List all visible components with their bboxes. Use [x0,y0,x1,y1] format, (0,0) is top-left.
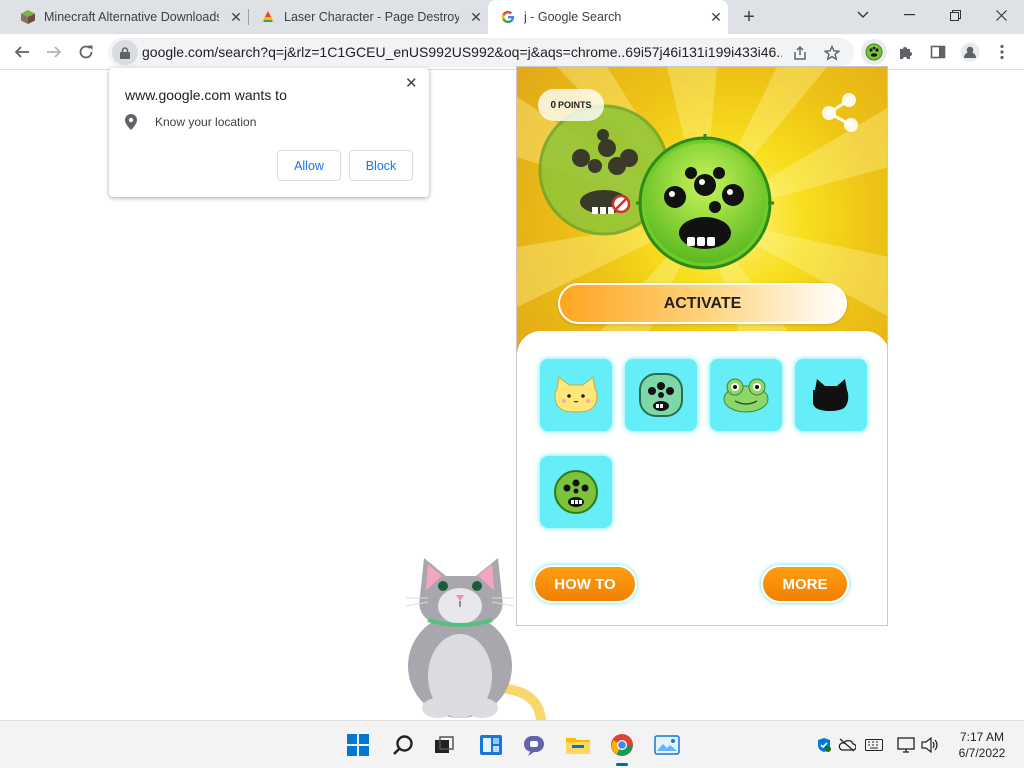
close-tab-icon[interactable]: ✕ [227,8,245,26]
windows-taskbar: 7:17 AM 6/7/2022 [0,720,1024,768]
photos-icon[interactable] [651,729,683,761]
address-bar[interactable]: google.com/search?q=j&rlz=1C1GCEU_enUS99… [108,38,854,67]
tab-title: Laser Character - Page Destroyer [284,10,459,24]
volume-speaker-icon[interactable] [920,735,940,755]
permission-site-text: www.google.com wants to [125,87,287,103]
restore-button[interactable] [932,0,978,30]
security-shield-icon[interactable] [814,735,834,755]
round-monster-icon [554,470,598,514]
monster-face-icon [639,373,683,417]
active-app-indicator [616,763,628,766]
location-permission-popup: www.google.com wants to ✕ Know your loca… [109,68,429,197]
browser-toolbar: google.com/search?q=j&rlz=1C1GCEU_enUS99… [0,34,1024,70]
minimize-button[interactable] [886,0,932,30]
onedrive-offline-icon[interactable] [837,735,857,755]
side-panel-icon[interactable] [926,40,950,64]
profile-avatar-icon[interactable] [958,40,982,64]
close-icon[interactable]: ✕ [405,74,418,92]
tab-laser-character[interactable]: Laser Character - Page Destroyer ✕ [252,0,488,34]
url-text[interactable]: google.com/search?q=j&rlz=1C1GCEU_enUS99… [142,44,782,60]
lock-icon[interactable] [112,40,138,65]
points-label: POINTS [558,100,592,110]
tab-separator [248,9,249,25]
location-pin-icon [125,114,139,130]
permission-request-label: Know your location [155,115,257,129]
task-view-icon[interactable] [428,729,460,761]
green-monster-preview [636,134,774,270]
network-monitor-icon[interactable] [896,735,916,755]
clock-time: 7:17 AM [959,730,1005,744]
lime-monster-character-option[interactable] [540,456,612,528]
tab-search-chevron-icon[interactable] [840,0,886,30]
teams-chat-icon[interactable] [518,729,550,761]
block-button[interactable]: Block [349,150,413,181]
extensions-puzzle-icon[interactable] [894,40,918,64]
menu-kebab-icon[interactable] [990,40,1014,64]
search-icon[interactable] [387,729,419,761]
allow-button[interactable]: Allow [277,150,341,181]
file-explorer-icon[interactable] [562,729,594,761]
laser-character-extension-icon[interactable] [861,39,887,65]
cat-face-icon [554,376,598,413]
green-monster-character-option[interactable] [625,359,697,431]
tab-strip: Minecraft Alternative Downloads ✕ Laser … [0,0,1024,34]
frog-character-option[interactable] [710,359,782,431]
forward-arrow-icon[interactable] [40,38,68,66]
frog-face-icon [723,378,769,413]
cat-character-option[interactable] [540,359,612,431]
black-cat-character-option[interactable] [795,359,867,431]
chrome-icon[interactable] [606,729,638,766]
close-tab-icon[interactable]: ✕ [707,8,725,26]
minecraft-cube-icon [20,9,36,25]
keyboard-icon[interactable] [864,735,884,755]
black-cat-silhouette-icon [813,379,849,411]
clock-date: 6/7/2022 [958,746,1006,760]
points-badge: 0 POINTS [538,89,604,121]
more-button[interactable]: MORE [761,565,849,603]
back-arrow-icon[interactable] [8,38,36,66]
tab-minecraft[interactable]: Minecraft Alternative Downloads ✕ [12,0,248,34]
points-value: 0 [550,99,557,111]
windows-start-icon[interactable] [342,729,374,761]
share-icon[interactable] [817,91,863,142]
laser-character-popup: 0 POINTS ACTIVATE HOW TO MORE [516,66,888,626]
tab-title: Minecraft Alternative Downloads [44,10,219,24]
tab-title: j - Google Search [524,10,622,24]
google-g-icon [500,9,516,25]
activate-button[interactable]: ACTIVATE [558,283,847,324]
share-page-icon[interactable] [790,43,810,63]
system-clock[interactable]: 7:17 AM 6/7/2022 [948,729,1016,761]
new-tab-button[interactable]: + [737,5,761,29]
cat-character-sprite[interactable] [398,548,558,725]
close-tab-icon[interactable]: ✕ [467,8,485,26]
tab-google-search[interactable]: j - Google Search ✕ [488,0,728,34]
reload-icon[interactable] [72,38,100,66]
bookmark-star-icon[interactable] [822,43,842,63]
widgets-icon[interactable] [475,729,507,761]
laser-extension-icon [260,9,276,25]
permission-request-row: Know your location [125,114,256,130]
character-preview-area: 0 POINTS ACTIVATE [517,67,887,357]
close-window-button[interactable] [978,0,1024,30]
